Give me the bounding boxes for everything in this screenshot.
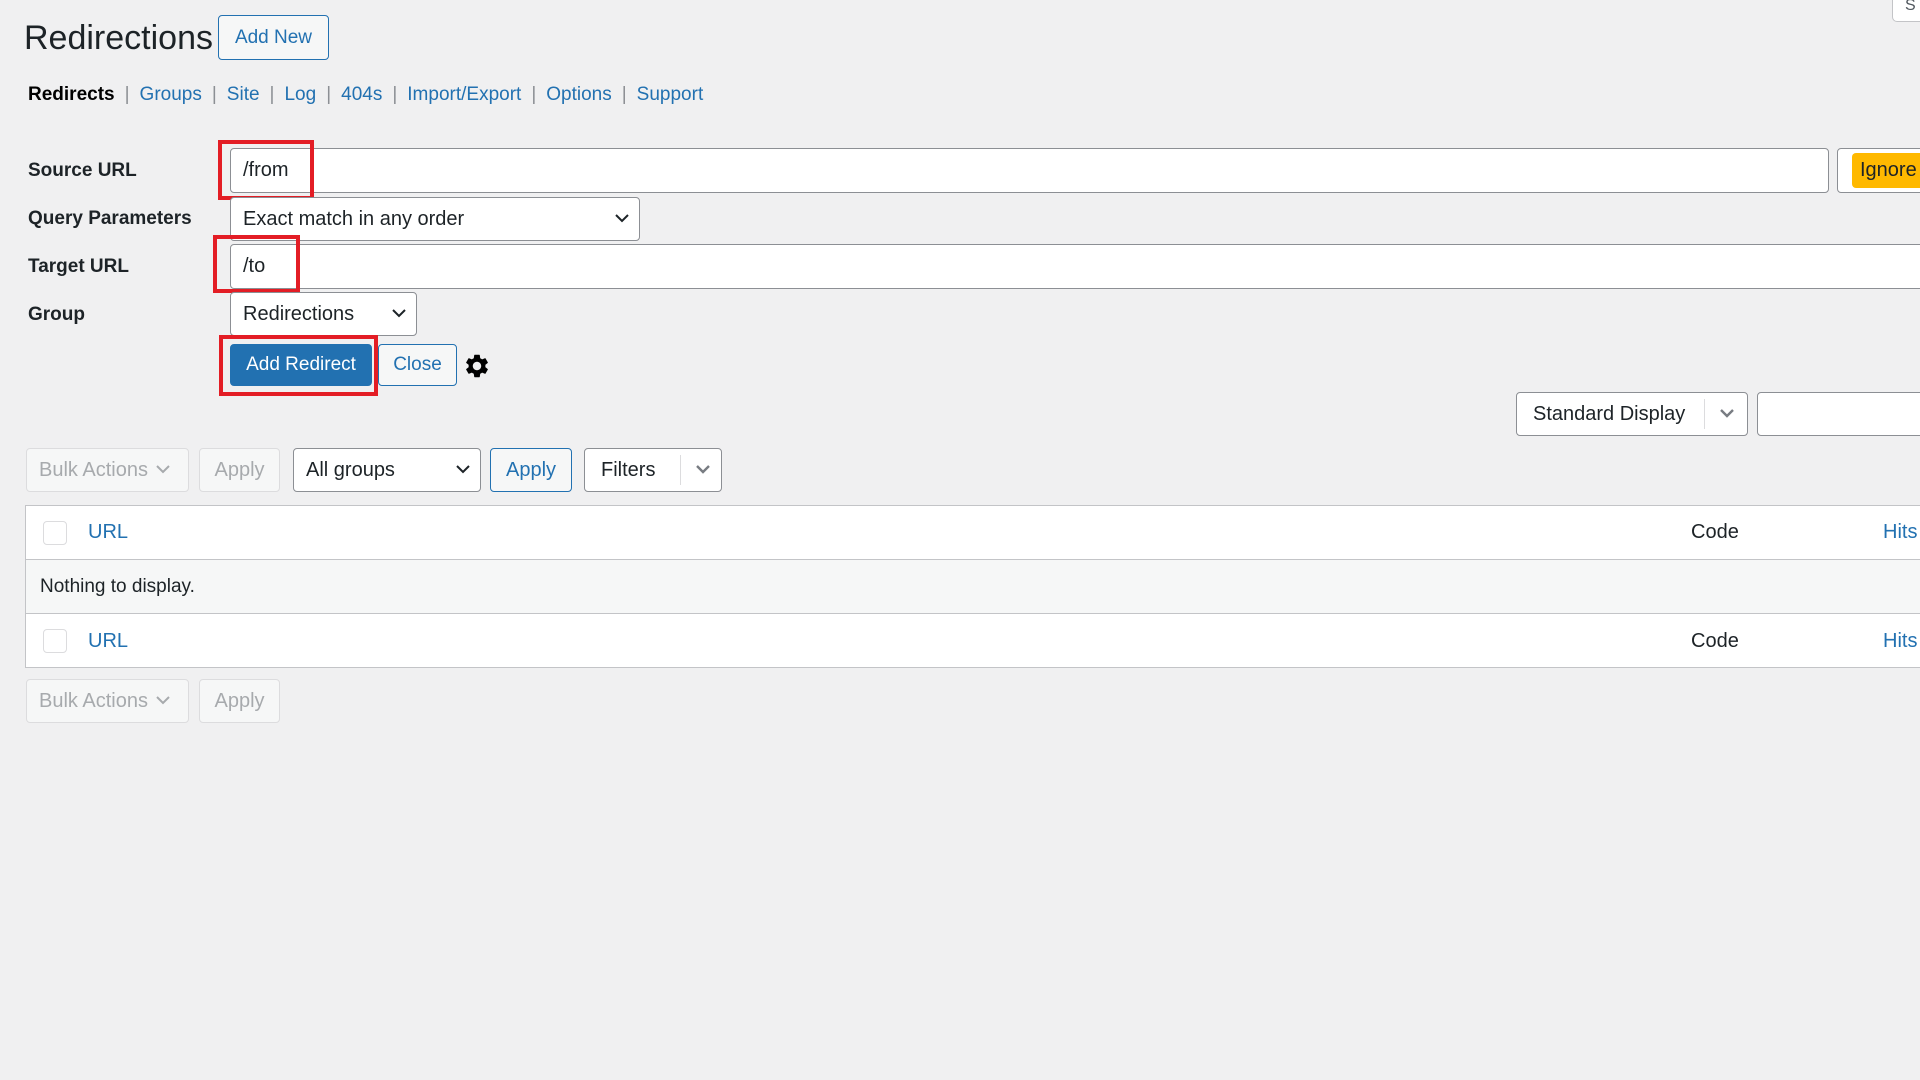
- subnav-separator: |: [269, 84, 275, 105]
- group-label: Group: [28, 304, 85, 325]
- target-url-label: Target URL: [28, 256, 129, 277]
- bulk-actions-select-top[interactable]: Bulk Actions: [26, 448, 189, 492]
- subnav-options[interactable]: Options: [546, 84, 611, 106]
- close-button[interactable]: Close: [378, 344, 457, 386]
- chevron-down-icon: [456, 464, 470, 476]
- chevron-down-icon: [392, 308, 406, 320]
- search-input[interactable]: [1757, 392, 1920, 436]
- ignore-label: Ignore: [1860, 159, 1917, 181]
- subnav-separator: |: [326, 84, 332, 105]
- split-divider: [680, 455, 681, 485]
- target-url-input[interactable]: /to: [230, 244, 1920, 289]
- ignore-button[interactable]: Ignore: [1852, 153, 1920, 188]
- apply-bulk-button-bottom[interactable]: Apply: [199, 679, 280, 723]
- subnav-separator: |: [124, 84, 130, 105]
- subnav-separator: |: [621, 84, 627, 105]
- group-select[interactable]: Redirections: [230, 292, 417, 336]
- chevron-down-icon: [695, 464, 710, 476]
- split-divider: [1704, 399, 1705, 429]
- query-parameters-value: Exact match in any order: [243, 207, 465, 230]
- page-title: Redirections: [24, 19, 213, 57]
- subnav-separator: |: [211, 84, 217, 105]
- table-header-row: URL Code Hits: [26, 506, 1920, 560]
- subnav-support[interactable]: Support: [637, 84, 704, 106]
- display-mode-select[interactable]: Standard Display: [1516, 392, 1748, 436]
- table-empty-row: Nothing to display.: [26, 560, 1920, 614]
- bulk-actions-label: Bulk Actions: [39, 458, 148, 481]
- subnav-404s[interactable]: 404s: [341, 84, 382, 106]
- display-mode-value: Standard Display: [1533, 402, 1686, 425]
- table-footer-row: URL Code Hits: [26, 614, 1920, 668]
- apply-group-filter-button[interactable]: Apply: [490, 448, 572, 492]
- apply-bulk-button-top[interactable]: Apply: [199, 448, 280, 492]
- chevron-down-icon: [156, 464, 170, 476]
- group-filter-select[interactable]: All groups: [293, 448, 481, 492]
- bulk-actions-label: Bulk Actions: [39, 689, 148, 712]
- chevron-down-icon: [156, 695, 170, 707]
- subnav-import-export[interactable]: Import/Export: [407, 84, 521, 106]
- subnav-log[interactable]: Log: [284, 84, 316, 106]
- subnav-separator: |: [531, 84, 537, 105]
- screen-options-label: S: [1905, 0, 1916, 14]
- add-new-button[interactable]: Add New: [218, 15, 329, 60]
- filters-button[interactable]: Filters: [584, 448, 722, 492]
- select-all-checkbox-footer[interactable]: [43, 629, 67, 653]
- group-filter-value: All groups: [306, 458, 395, 481]
- gear-icon[interactable]: [463, 352, 491, 380]
- add-redirect-button[interactable]: Add Redirect: [230, 344, 372, 386]
- column-hits-sort[interactable]: Hits: [1883, 521, 1917, 544]
- column-code: Code: [1691, 521, 1739, 543]
- chevron-down-icon: [615, 213, 629, 225]
- filters-label: Filters: [601, 458, 656, 481]
- query-parameters-label: Query Parameters: [28, 208, 192, 229]
- source-url-label: Source URL: [28, 160, 137, 181]
- screen-options-tab[interactable]: S: [1892, 0, 1920, 22]
- redirects-table: URL Code Hits Nothing to display. URL Co…: [25, 505, 1920, 668]
- column-code-footer: Code: [1691, 629, 1739, 652]
- subnav-separator: |: [392, 84, 398, 105]
- subnav-redirects[interactable]: Redirects: [28, 84, 115, 106]
- subnav-site[interactable]: Site: [227, 84, 260, 106]
- query-parameters-select[interactable]: Exact match in any order: [230, 197, 640, 241]
- target-url-value: /to: [243, 255, 266, 277]
- select-all-checkbox[interactable]: [43, 520, 67, 545]
- chevron-down-icon: [1719, 408, 1734, 420]
- empty-message: Nothing to display.: [40, 575, 195, 597]
- column-hits-sort-footer[interactable]: Hits: [1883, 630, 1917, 653]
- subnav-groups[interactable]: Groups: [140, 84, 202, 106]
- column-url-sort-footer[interactable]: URL: [88, 630, 128, 653]
- source-url-input[interactable]: /from: [230, 148, 1829, 193]
- subnav: Redirects | Groups | Site | Log | 404s |…: [28, 84, 703, 106]
- group-value: Redirections: [243, 302, 355, 325]
- column-url-sort[interactable]: URL: [88, 521, 128, 544]
- source-url-value: /from: [243, 159, 289, 181]
- bulk-actions-select-bottom[interactable]: Bulk Actions: [26, 679, 189, 723]
